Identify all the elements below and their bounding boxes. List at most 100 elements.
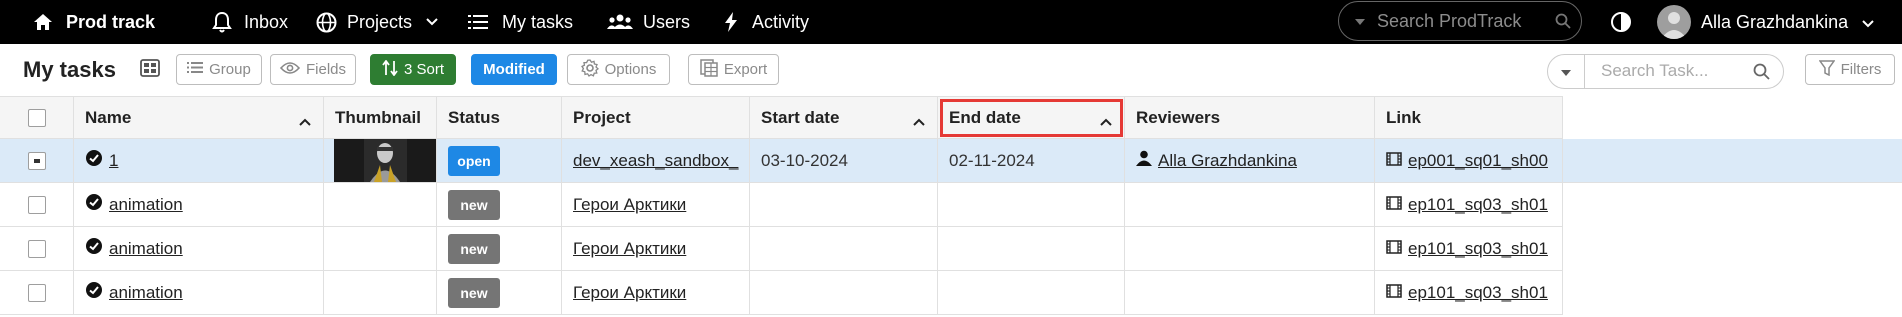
modified-button-label: Modified [483,61,545,78]
person-icon [1136,150,1152,171]
column-header-reviewers[interactable]: Reviewers [1125,97,1375,139]
column-header-project[interactable]: Project [562,97,750,139]
caret-down-icon[interactable] [1355,12,1365,30]
status-badge[interactable]: new [448,189,500,220]
user-menu[interactable]: Alla Grazhdankina [1657,3,1874,41]
start-date-cell[interactable] [750,227,938,270]
start-date-cell[interactable] [750,183,938,226]
shot-link[interactable]: ep101_sq03_sh01 [1408,195,1548,215]
project-link[interactable]: Герои Арктики [573,239,686,259]
options-button[interactable]: Options [567,54,670,85]
list-icon [187,61,204,78]
project-cell: Герои Арктики [562,183,750,226]
status-badge[interactable]: open [448,145,500,176]
modified-button[interactable]: Modified [471,54,557,85]
end-date-cell[interactable] [938,227,1125,270]
column-header-name[interactable]: Name [74,97,324,139]
nav-activity[interactable]: Activity [724,0,809,44]
thumbnail-cell [324,183,437,226]
page-title: My tasks [23,57,116,82]
reviewers-cell[interactable] [1125,227,1375,270]
nav-my-tasks[interactable]: My tasks [468,0,573,44]
task-name-link[interactable]: animation [109,283,183,303]
column-end-date-label: End date [949,108,1021,127]
check-circle-icon [85,281,103,304]
task-name-link[interactable]: animation [109,239,183,259]
global-search[interactable] [1338,1,1582,41]
nav-users[interactable]: Users [607,0,690,44]
nav-activity-label: Activity [752,11,810,32]
end-date-cell[interactable] [938,183,1125,226]
filters-button[interactable]: Filters [1805,54,1895,85]
task-search-input[interactable] [1601,61,1741,81]
sort-asc-icon[interactable] [299,111,311,131]
table-row[interactable]: animation new Герои Арктики ep101_sq03_s… [0,227,1563,271]
reviewers-cell[interactable] [1125,271,1375,314]
task-name-link[interactable]: animation [109,195,183,215]
export-button[interactable]: Export [688,54,779,85]
filters-button-label: Filters [1840,61,1882,78]
nav-inbox[interactable]: Inbox [212,0,288,44]
table-row[interactable]: animation new Герои Арктики ep101_sq03_s… [0,271,1563,315]
task-search[interactable] [1547,54,1784,89]
film-icon [1386,195,1402,215]
caret-down-icon [1561,63,1571,81]
shot-link[interactable]: ep001_sq01_sh00 [1408,151,1548,171]
reviewers-cell: Alla Grazhdankina [1125,139,1375,182]
options-button-label: Options [604,61,657,78]
chevron-down-icon [426,18,438,26]
task-name-link[interactable]: 1 [109,151,118,171]
column-header-link[interactable]: Link [1375,97,1563,139]
column-header-start-date[interactable]: Start date [750,97,938,139]
sort-asc-icon[interactable] [1100,111,1112,131]
start-date-cell[interactable] [750,271,938,314]
table-row[interactable]: animation new Герои Арктики ep101_sq03_s… [0,183,1563,227]
layout-toggle-button[interactable] [137,54,162,85]
row-checkbox[interactable] [27,283,46,302]
group-button-label: Group [209,61,251,78]
avatar [1657,5,1691,39]
column-header-end-date[interactable]: End date [938,97,1125,139]
project-link[interactable]: Герои Арктики [573,195,686,215]
group-button[interactable]: Group [176,54,262,85]
global-search-input[interactable] [1377,10,1552,32]
sort-asc-icon[interactable] [913,111,925,131]
table-row[interactable]: 1 open dev_xeash_sandbox_ 03-10-2024 02-… [0,139,1902,183]
top-navbar: Prod track Inbox Projects My tasks Users… [0,0,1902,44]
thumbnail-image[interactable] [334,139,436,182]
status-badge[interactable]: new [448,277,500,308]
column-header-status[interactable]: Status [437,97,562,139]
project-link[interactable]: Герои Арктики [573,283,686,303]
link-cell: ep101_sq03_sh01 [1375,227,1563,270]
sort-button[interactable]: 3 Sort [370,54,456,85]
shot-link[interactable]: ep101_sq03_sh01 [1408,283,1548,303]
row-checkbox[interactable] [27,195,46,214]
name-cell: animation [74,227,324,270]
nav-projects[interactable]: Projects [316,0,438,44]
brand-home-link[interactable]: Prod track [33,0,155,44]
list-icon [468,14,488,30]
check-circle-icon [85,237,103,260]
grid-view-icon [139,58,160,81]
row-checkbox[interactable] [27,151,46,170]
select-all-checkbox[interactable] [27,109,46,127]
project-link[interactable]: dev_xeash_sandbox_ [573,151,738,171]
end-date-cell[interactable] [938,271,1125,314]
check-circle-icon [85,149,103,172]
fields-button[interactable]: Fields [270,54,356,85]
reviewer-link[interactable]: Alla Grazhdankina [1158,151,1297,171]
contrast-icon[interactable] [1610,11,1632,38]
row-select-cell [0,183,74,226]
shot-link[interactable]: ep101_sq03_sh01 [1408,239,1548,259]
row-checkbox[interactable] [27,239,46,258]
column-header-thumbnail[interactable]: Thumbnail [324,97,437,139]
globe-icon [316,12,337,33]
search-icon[interactable] [1555,13,1571,34]
end-date-cell[interactable]: 02-11-2024 [938,139,1125,182]
reviewers-cell[interactable] [1125,183,1375,226]
start-date-cell[interactable]: 03-10-2024 [750,139,938,182]
search-icon[interactable] [1753,63,1770,85]
task-search-scope-dropdown[interactable] [1548,55,1585,88]
table-header-row: Name Thumbnail Status Project Start date… [0,96,1563,139]
status-badge[interactable]: new [448,233,500,264]
